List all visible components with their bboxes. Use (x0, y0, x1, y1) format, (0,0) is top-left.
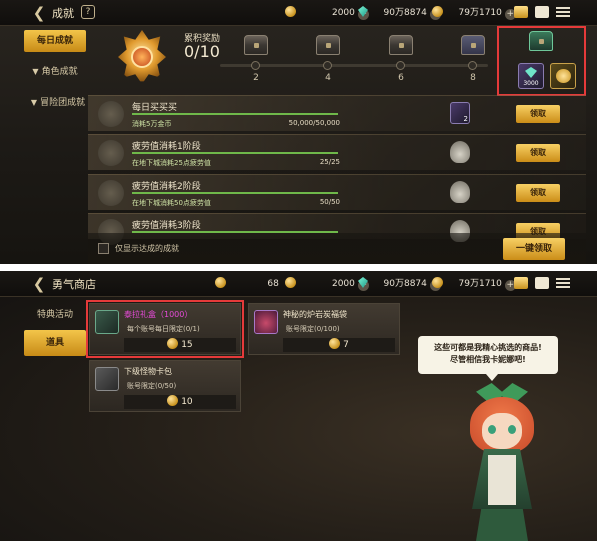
achievement-row: 疲劳值消耗1阶段 在地下城消耗25点疲劳值 25/25 领取 (88, 134, 586, 170)
shop-coin-icon (329, 338, 341, 349)
npc-speech-bubble: 这些可都是我精心挑选的商品! 尽管相信我卡妮娜吧! (418, 336, 558, 381)
item-price[interactable]: 10 (124, 395, 236, 409)
npc-eye (508, 425, 516, 434)
lucky-bag-icon (254, 310, 278, 334)
claim-button[interactable]: 领取 (516, 144, 560, 162)
reward-item-icon[interactable]: 2 (450, 102, 470, 124)
gold-reward-icon[interactable] (550, 63, 576, 89)
chevron-down-icon: ▼ (32, 67, 39, 76)
item-name: 神秘的炉岩炭福袋 (283, 310, 347, 319)
gem-reward-icon[interactable]: 3000 (518, 63, 544, 89)
emblem-gem-icon (131, 46, 153, 68)
mail-icon[interactable] (535, 6, 549, 18)
achievement-emblem-icon (98, 180, 124, 206)
row-progress-bar (132, 192, 338, 194)
page-title: 成就 (52, 7, 74, 20)
gold-coin-icon (285, 6, 296, 17)
tab-adventure-achievement[interactable]: ▼ 冒险团成就 (24, 92, 92, 114)
reward-progress-track (220, 64, 488, 67)
shop-coin-icon (167, 395, 179, 406)
gem-icon (358, 277, 368, 288)
selected-item-highlight (86, 300, 244, 358)
coin-currency: 79万1710 + (432, 276, 516, 292)
mail-icon[interactable] (535, 277, 549, 289)
menu-icon[interactable] (556, 5, 570, 19)
top-bar: ❮ 成就 ? 2000 + 90万8874 + 79万1710 + (0, 0, 597, 26)
coin-currency: 79万1710 + (432, 5, 516, 21)
achievement-row: 每日买买买 消耗5万金币 50,000/50,000 2 领取 (88, 95, 586, 131)
chevron-down-icon: ▼ (30, 98, 38, 107)
row-progress-bar (132, 152, 338, 154)
shop-panel: ❮ 勇气商店 68 2000 + 90万8874 + 79万1710 + 特典活… (0, 271, 597, 541)
achievement-emblem-icon (98, 101, 124, 127)
cumulative-progress: 0/10 (184, 42, 220, 61)
reward-pot-icon[interactable] (450, 181, 470, 203)
item-name: 下级怪物卡包 (124, 367, 172, 376)
milestone-node (323, 61, 332, 70)
milestone-label: 2 (253, 73, 259, 83)
achievement-row: 疲劳值消耗2阶段 在地下城消耗50点疲劳值 50/50 领取 (88, 174, 586, 210)
card-pack-icon (95, 367, 119, 391)
tab-items[interactable]: 道具 (24, 330, 86, 356)
npc-character (452, 383, 552, 541)
claim-button[interactable]: 领取 (516, 184, 560, 202)
chest-icon[interactable] (461, 35, 485, 55)
tab-character-achievement[interactable]: ▼ 角色成就 (24, 61, 86, 83)
claim-all-button[interactable]: 一键领取 (503, 238, 565, 260)
shop-coin-icon (215, 277, 226, 288)
menu-icon[interactable] (556, 276, 570, 290)
npc-apron (488, 455, 516, 505)
tab-daily-achievement[interactable]: 每日成就 (24, 30, 86, 52)
milestone-node (251, 61, 260, 70)
show-completed-label: 仅显示达成的成就 (115, 244, 179, 253)
npc-skirt (476, 509, 528, 541)
chest-icon[interactable] (389, 35, 413, 55)
help-icon[interactable]: ? (81, 5, 95, 19)
show-completed-checkbox[interactable] (98, 243, 109, 254)
item-price[interactable]: 7 (283, 338, 395, 352)
page-title: 勇气商店 (52, 278, 96, 291)
gem-currency: 90万8874 + (358, 5, 441, 21)
gem-currency: 90万8874 + (358, 276, 441, 292)
gold-coin-icon (285, 277, 296, 288)
reward-pot-icon[interactable] (450, 141, 470, 163)
chest-icon[interactable] (244, 35, 268, 55)
achievement-emblem-icon (98, 140, 124, 166)
shop-item-card[interactable]: 神秘的炉岩炭福袋 账号限定(0/100) 7 (248, 303, 400, 355)
gem-icon (358, 6, 368, 17)
item-limit: 账号限定(0/50) (127, 382, 177, 390)
gold-currency: 2000 + (285, 276, 369, 292)
coin-icon (432, 277, 443, 288)
milestone-label: 4 (325, 73, 331, 83)
tab-special-event[interactable]: 特典活动 (24, 304, 86, 326)
chest-icon[interactable] (316, 35, 340, 55)
shop-coin-currency: 68 (215, 276, 279, 292)
coin-icon (432, 6, 443, 17)
final-chest-icon[interactable] (529, 31, 553, 51)
shop-item-card[interactable]: 下级怪物卡包 账号限定(0/50) 10 (89, 360, 241, 412)
milestone-label: 6 (398, 73, 404, 83)
back-arrow-icon[interactable]: ❮ (30, 4, 48, 22)
top-bar: ❮ 勇气商店 68 2000 + 90万8874 + 79万1710 + (0, 271, 597, 297)
gold-bag-icon[interactable] (514, 277, 528, 289)
npc-eye (488, 425, 496, 434)
achievement-panel: ❮ 成就 ? 2000 + 90万8874 + 79万1710 + 每日成就 ▼… (0, 0, 597, 264)
claim-button[interactable]: 领取 (516, 105, 560, 123)
row-progress-bar (132, 113, 338, 115)
milestone-node (468, 61, 477, 70)
back-arrow-icon[interactable]: ❮ (30, 275, 48, 293)
milestone-label: 8 (470, 73, 476, 83)
gold-bag-icon[interactable] (514, 6, 528, 18)
item-limit: 账号限定(0/100) (286, 325, 340, 333)
milestone-node (396, 61, 405, 70)
gold-currency: 2000 + (285, 5, 369, 21)
